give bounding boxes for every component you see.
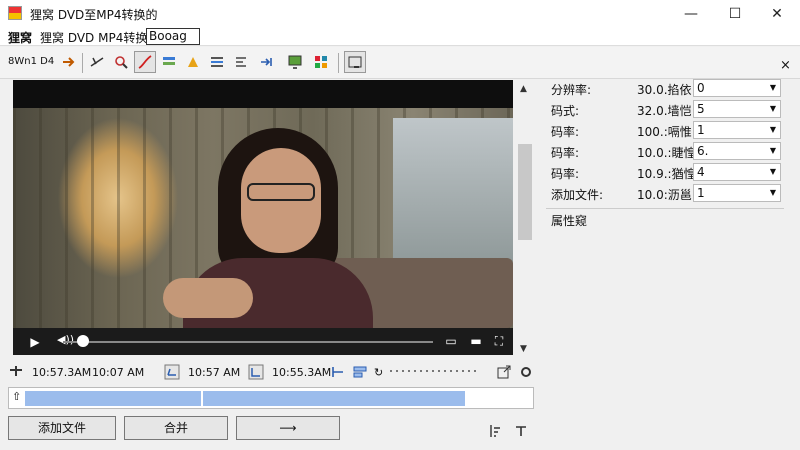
video-frame-image bbox=[13, 108, 513, 328]
grid-color-icon[interactable] bbox=[310, 51, 332, 73]
menu-search-input[interactable]: Booag bbox=[146, 28, 200, 45]
menu-item-home[interactable]: 狸窝 bbox=[8, 29, 32, 46]
menu-item-app[interactable]: 狸窝 DVD MP4转换的 bbox=[40, 29, 159, 46]
property-select[interactable]: 1 ▼ bbox=[693, 121, 781, 139]
property-label: 添加文件: bbox=[551, 188, 604, 202]
app-window: 狸窝 DVD至MP4转换的 — ☐ ✕ 狸窝 狸窝 DVD MP4转换的 Boo… bbox=[0, 0, 800, 450]
toolbar-label: 8Wn1 D4 bbox=[8, 56, 55, 67]
timeline-ruler bbox=[390, 370, 480, 372]
property-select[interactable]: 4 ▼ bbox=[693, 163, 781, 181]
property-label: 码率: bbox=[551, 146, 580, 160]
settings-icon[interactable] bbox=[518, 364, 534, 380]
export-icon[interactable] bbox=[496, 364, 512, 380]
cut-tool-icon[interactable] bbox=[86, 51, 108, 73]
divider bbox=[546, 208, 784, 209]
player-controls: ▶ ◀)) ▭ ▬ ⛶ bbox=[13, 328, 513, 355]
property-row: 码率: 10.9.:猶惶 4 ▼ bbox=[545, 162, 785, 182]
mark-in-icon[interactable] bbox=[164, 364, 180, 380]
property-select[interactable]: 5 ▼ bbox=[693, 100, 781, 118]
property-label: 码率: bbox=[551, 167, 580, 181]
property-row: 码率: 100.:嗝惟 1 ▼ bbox=[545, 120, 785, 140]
mark-out-icon[interactable] bbox=[248, 364, 264, 380]
timeline-pin-icon: ⇧ bbox=[12, 390, 22, 403]
dropdown-arrow-icon[interactable]: ▼ bbox=[766, 164, 780, 180]
property-select[interactable]: 6. ▼ bbox=[693, 142, 781, 160]
title-bar: 狸窝 DVD至MP4转换的 — ☐ ✕ bbox=[0, 0, 800, 28]
sort-icon[interactable] bbox=[488, 424, 502, 438]
subtitles-icon[interactable]: ▭ bbox=[443, 334, 459, 348]
segment-icon[interactable] bbox=[352, 364, 368, 380]
align-icon[interactable] bbox=[230, 51, 252, 73]
loop-icon[interactable]: ↻ bbox=[374, 366, 383, 379]
dropdown-arrow-icon[interactable]: ▼ bbox=[766, 143, 780, 159]
property-row: 码式: 32.0.墙恺 5 ▼ bbox=[545, 99, 785, 119]
scroll-up-icon[interactable]: ▲ bbox=[520, 84, 527, 94]
property-value: 32.0.墙恺 bbox=[637, 104, 692, 118]
window-title: 狸窝 DVD至MP4转换的 bbox=[30, 8, 158, 22]
property-label: 分辨率: bbox=[551, 83, 592, 97]
layers-icon[interactable] bbox=[158, 51, 180, 73]
timeline-playhead[interactable] bbox=[201, 388, 203, 408]
curve-tool-icon[interactable] bbox=[134, 51, 156, 73]
property-value: 10.9.:猶惶 bbox=[637, 167, 696, 181]
property-label: 码式: bbox=[551, 104, 580, 118]
property-value: 10.0.:睫惶 bbox=[637, 146, 696, 160]
maximize-button[interactable]: ☐ bbox=[720, 4, 750, 24]
property-value: 30.0.掐依 bbox=[637, 83, 692, 97]
start-flag-icon[interactable] bbox=[8, 364, 24, 380]
seek-handle[interactable] bbox=[77, 335, 89, 347]
property-label: 码率: bbox=[551, 125, 580, 139]
properties-section-title: 属性窥 bbox=[551, 214, 588, 228]
video-preview[interactable]: ▶ ◀)) ▭ ▬ ⛶ bbox=[13, 80, 513, 355]
property-row: 码率: 10.0.:睫惶 6. ▼ bbox=[545, 141, 785, 161]
property-row: 分辨率: 30.0.掐依 0 ▼ bbox=[545, 78, 785, 98]
scroll-thumb[interactable] bbox=[518, 144, 532, 240]
dropdown-arrow-icon[interactable]: ▼ bbox=[766, 80, 780, 96]
dropdown-arrow-icon[interactable]: ▼ bbox=[766, 185, 780, 201]
timecode-3: 10:57 AM bbox=[188, 366, 241, 379]
toolbar-separator bbox=[82, 53, 83, 73]
scroll-down-icon[interactable]: ▼ bbox=[520, 344, 527, 354]
minimize-button[interactable]: — bbox=[676, 4, 706, 24]
timeline-clip[interactable] bbox=[25, 391, 465, 406]
volume-icon[interactable]: ◀)) bbox=[57, 333, 74, 346]
app-logo-icon bbox=[8, 6, 22, 20]
pin-icon[interactable] bbox=[514, 424, 528, 438]
close-button[interactable]: ✕ bbox=[762, 4, 792, 24]
merge-button[interactable]: 合并 bbox=[124, 416, 228, 440]
timecode-2: 10:07 AM bbox=[92, 366, 145, 379]
dropdown-arrow-icon[interactable]: ▼ bbox=[766, 122, 780, 138]
import-arrow-icon[interactable] bbox=[58, 51, 80, 73]
menu-bar: 狸窝 狸窝 DVD MP4转换的 Booag bbox=[0, 28, 800, 46]
toolbar: 8Wn1 D4 bbox=[0, 47, 800, 79]
next-button[interactable]: ⟶ bbox=[236, 416, 340, 440]
zoom-icon[interactable] bbox=[110, 51, 132, 73]
play-button[interactable]: ▶ bbox=[21, 334, 49, 350]
timeline-track[interactable]: ⇧ bbox=[8, 387, 534, 409]
add-file-button[interactable]: 添加文件 bbox=[8, 416, 116, 440]
timecode-4: 10:55.3AM bbox=[272, 366, 332, 379]
monitor-icon[interactable] bbox=[284, 51, 306, 73]
panel-toggle-icon[interactable] bbox=[344, 51, 366, 73]
seek-bar[interactable] bbox=[63, 341, 433, 343]
fullscreen-icon[interactable]: ⛶ bbox=[491, 334, 507, 348]
timecode-start: 10:57.3AM bbox=[32, 366, 92, 379]
property-select[interactable]: 1 ▼ bbox=[693, 184, 781, 202]
property-value: 10.0:沥邕 bbox=[637, 188, 692, 202]
list-icon[interactable] bbox=[206, 51, 228, 73]
toolbar-separator bbox=[338, 53, 339, 73]
property-select[interactable]: 0 ▼ bbox=[693, 79, 781, 97]
theater-icon[interactable]: ▬ bbox=[468, 334, 484, 348]
forward-icon[interactable] bbox=[256, 51, 278, 73]
property-value: 100.:嗝惟 bbox=[637, 125, 692, 139]
vertical-scrollbar[interactable]: ▲ ▼ bbox=[516, 80, 534, 357]
split-icon[interactable] bbox=[330, 364, 346, 380]
panel-close-icon[interactable]: × bbox=[780, 58, 791, 73]
dropdown-arrow-icon[interactable]: ▼ bbox=[766, 101, 780, 117]
property-row: 添加文件: 10.0:沥邕 1 ▼ bbox=[545, 183, 785, 203]
timecode-row: 10:57.3AM 10:07 AM 10:57 AM 10:55.3AM ↻ bbox=[0, 360, 540, 384]
effect-icon[interactable] bbox=[182, 51, 204, 73]
